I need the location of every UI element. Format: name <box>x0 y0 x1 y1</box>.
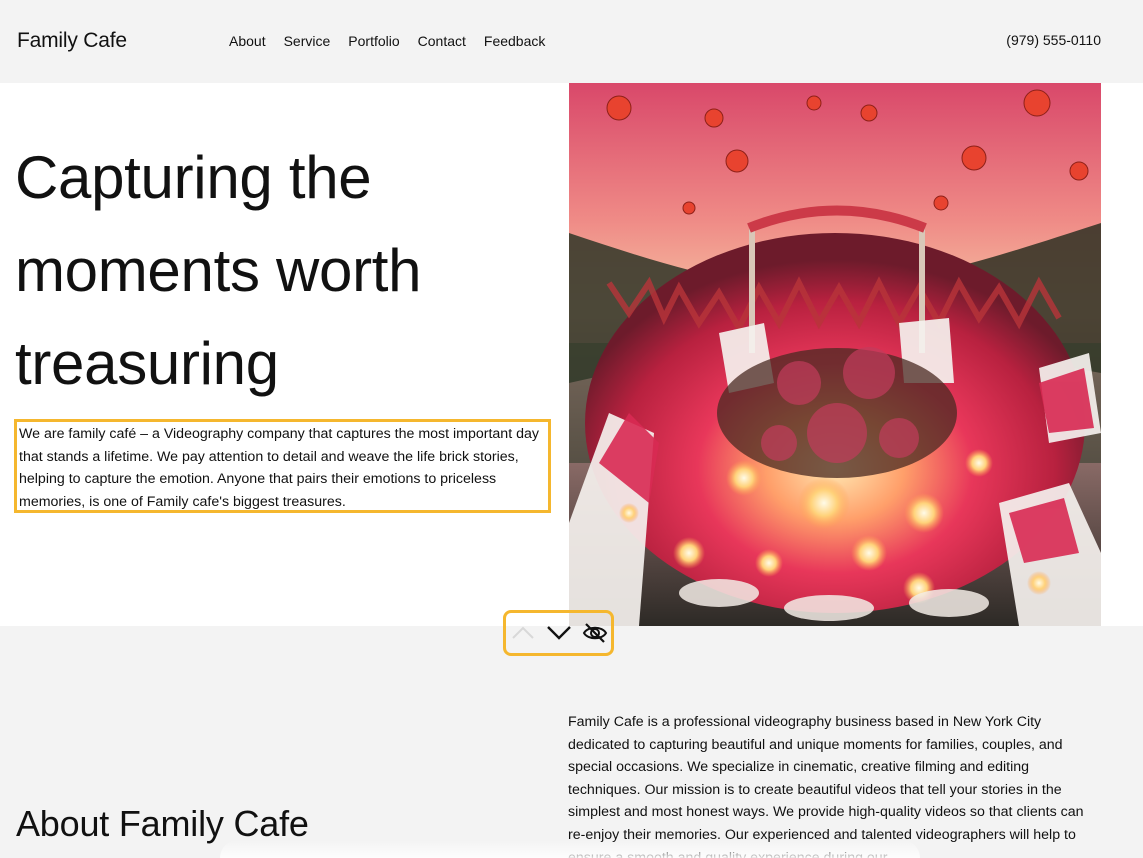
nav-about[interactable]: About <box>229 33 266 49</box>
wedding-table-photo <box>569 83 1101 626</box>
nav-service[interactable]: Service <box>284 33 331 49</box>
hero-description: We are family café – a Videography compa… <box>14 419 551 513</box>
hero-photo <box>569 83 1101 626</box>
main-nav: About Service Portfolio Contact Feedback <box>229 33 563 49</box>
nav-contact[interactable]: Contact <box>418 33 466 49</box>
nav-feedback[interactable]: Feedback <box>484 33 545 49</box>
site-header: Family Cafe About Service Portfolio Cont… <box>0 0 1143 83</box>
hero-section: Capturing the moments worth treasuring W… <box>0 83 1143 626</box>
scroll-controls <box>503 610 614 656</box>
about-title: About Family Cafe <box>16 803 309 844</box>
phone-number[interactable]: (979) 555-0110 <box>1006 32 1101 48</box>
about-section: Family Cafe is a professional videograph… <box>0 626 1143 858</box>
site-logo[interactable]: Family Cafe <box>17 29 127 53</box>
nav-portfolio[interactable]: Portfolio <box>348 33 399 49</box>
bottom-overlay <box>220 840 920 858</box>
chevron-up-icon[interactable] <box>510 620 536 646</box>
chevron-down-icon[interactable] <box>546 620 572 646</box>
eye-off-icon[interactable] <box>582 620 608 646</box>
hero-title: Capturing the moments worth treasuring <box>15 144 422 397</box>
about-description: Family Cafe is a professional videograph… <box>568 714 1084 858</box>
